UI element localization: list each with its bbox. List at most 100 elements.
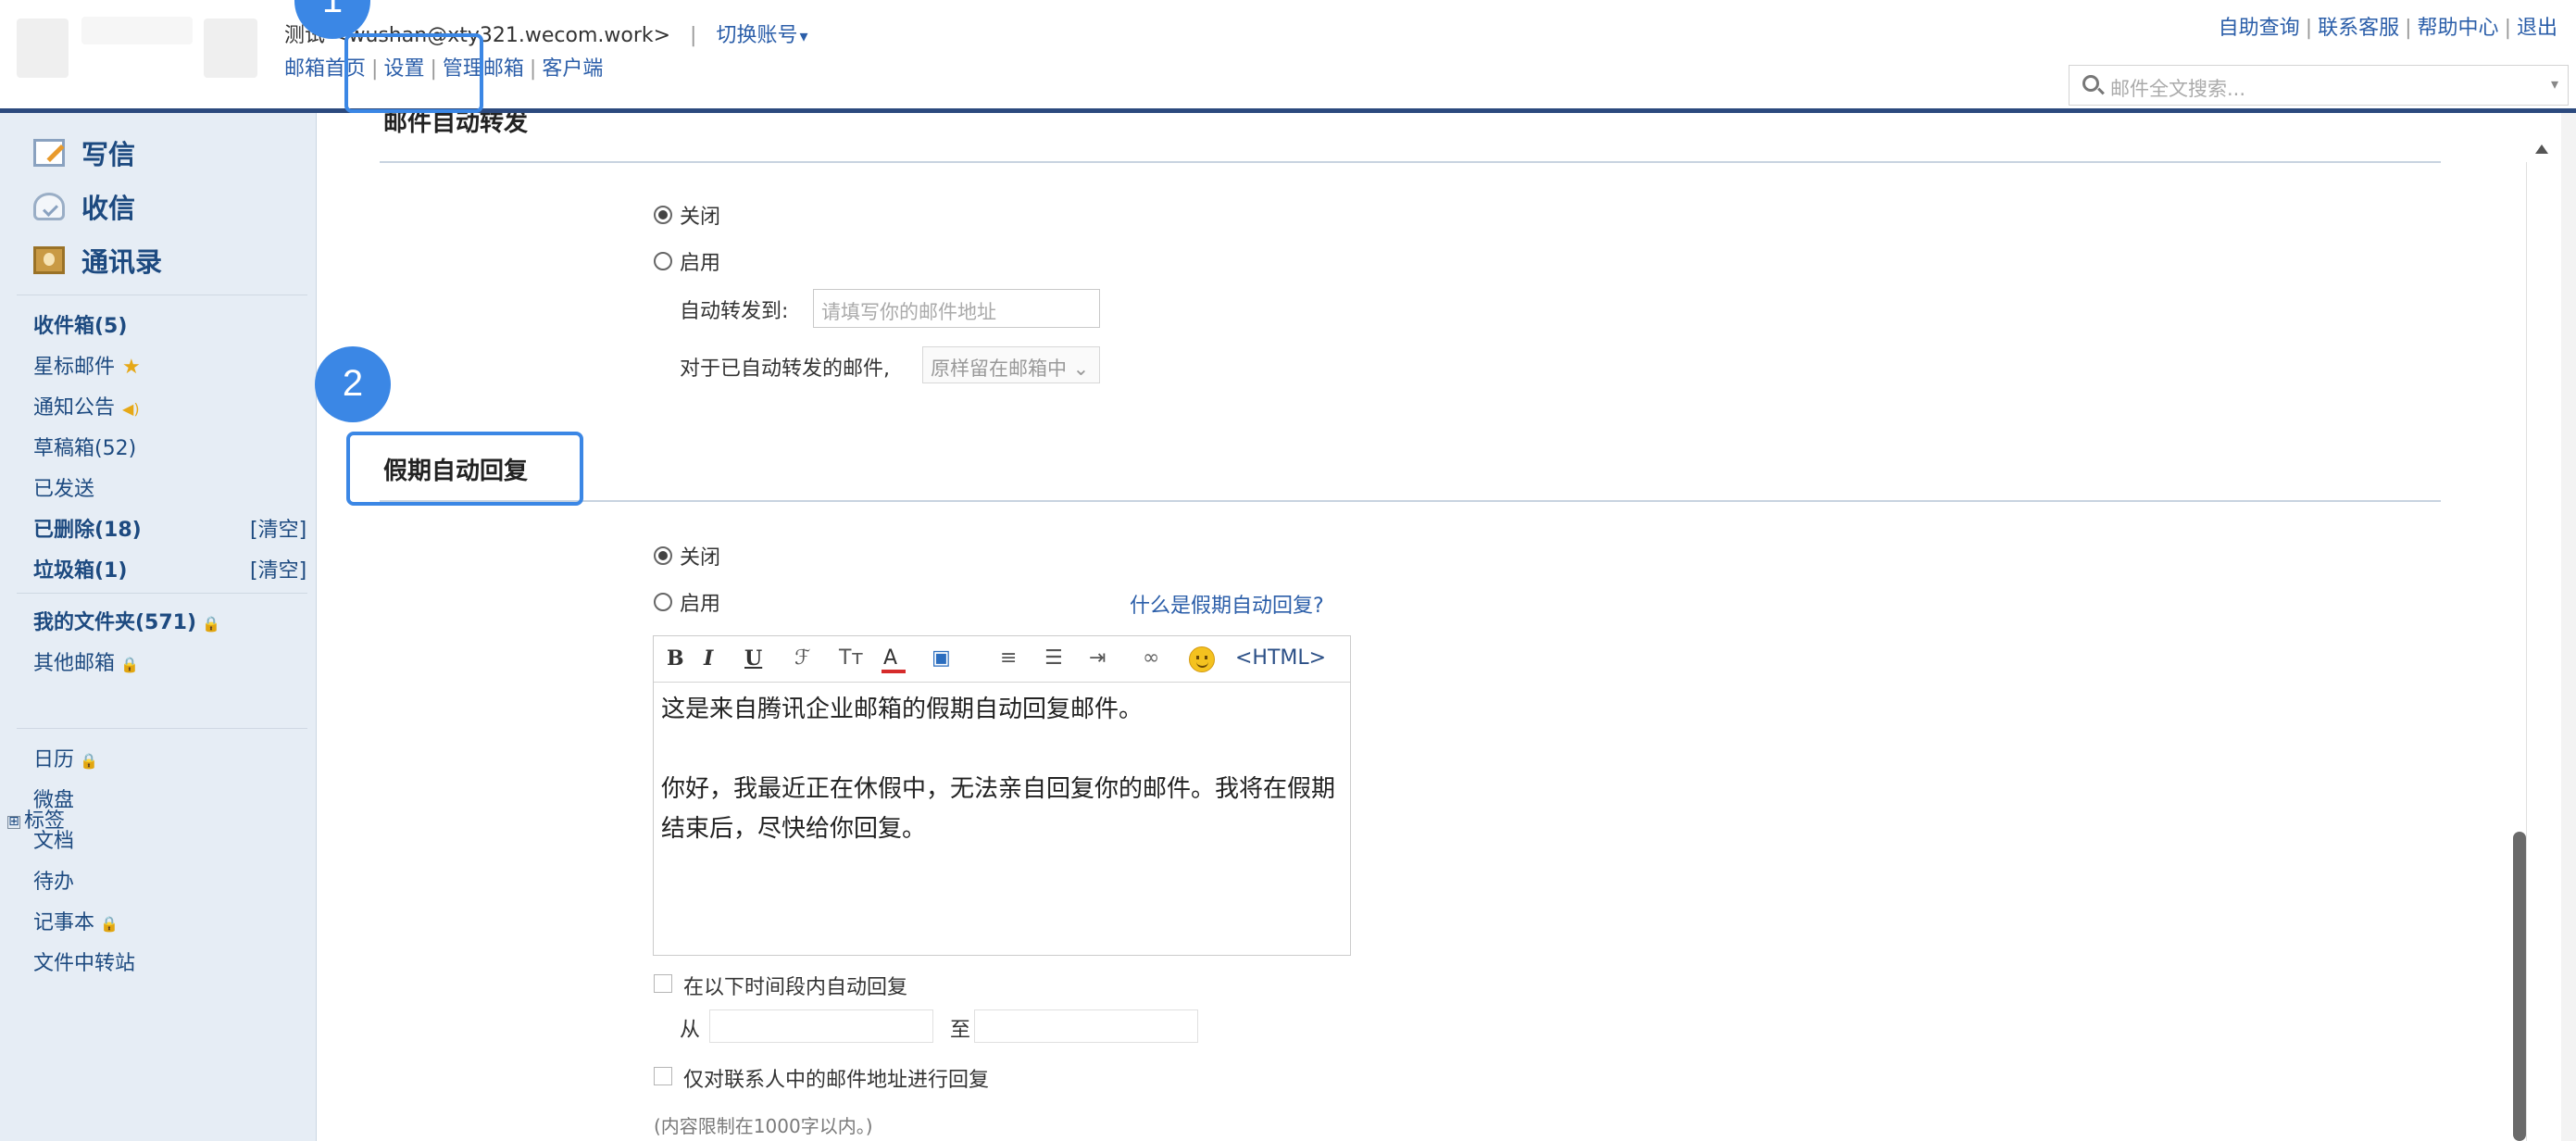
list-icon[interactable]: ☰ bbox=[1044, 646, 1063, 671]
background-color-icon[interactable]: ▣ bbox=[932, 646, 951, 671]
contacts-label: 通讯录 bbox=[81, 246, 163, 278]
self-service-link[interactable]: 自助查询 bbox=[2219, 17, 2300, 40]
time-range-checkbox[interactable] bbox=[654, 974, 672, 993]
font-color-icon[interactable]: A bbox=[882, 646, 906, 673]
chevron-down-icon: ⌄ bbox=[1067, 357, 1090, 380]
settings-highlight-frame bbox=[344, 33, 483, 113]
tool-todo[interactable]: 待办 bbox=[33, 865, 74, 895]
tool-docs-label: 文档 bbox=[33, 830, 75, 853]
write-mail-button[interactable]: 写信 bbox=[33, 133, 135, 172]
content-limit-note: (内容限制在1000字以内。) bbox=[654, 1115, 873, 1137]
radio-unselected[interactable] bbox=[654, 593, 672, 611]
folder-sent-label: 已发送 bbox=[33, 478, 95, 501]
window-edge bbox=[2561, 113, 2576, 1141]
color-indicator bbox=[882, 670, 906, 673]
html-mode-button[interactable]: <HTML> bbox=[1235, 646, 1326, 671]
star-icon: ★ bbox=[122, 356, 141, 379]
tool-file-transfer[interactable]: 文件中转站 bbox=[33, 947, 135, 976]
vacation-off-option[interactable]: 关闭 bbox=[654, 541, 720, 570]
folder-sent[interactable]: 已发送 bbox=[33, 472, 94, 502]
lock-icon: 🔒 bbox=[202, 615, 220, 633]
separator: | bbox=[2405, 17, 2412, 40]
forward-on-option[interactable]: 启用 bbox=[654, 246, 720, 276]
sidebar-divider bbox=[17, 593, 307, 594]
underline-button[interactable]: U bbox=[744, 646, 762, 671]
editor-content[interactable]: 这是来自腾讯企业邮箱的假期自动回复邮件。 你好，我最近正在休假中，无法亲自回复你… bbox=[661, 690, 1344, 849]
other-mailbox-label: 其他邮箱 bbox=[33, 652, 116, 675]
folder-deleted-label: 已删除(18) bbox=[33, 519, 142, 542]
what-is-vacation-reply-link[interactable]: 什么是假期自动回复? bbox=[1130, 589, 1324, 619]
clear-spam-link[interactable]: [清空] bbox=[250, 554, 306, 583]
folder-drafts[interactable]: 草稿箱(52) bbox=[33, 432, 136, 461]
forwarded-mail-label: 对于已自动转发的邮件, bbox=[680, 357, 890, 381]
folder-starred[interactable]: 星标邮件 ★ bbox=[33, 350, 141, 380]
align-icon[interactable]: ≡ bbox=[1000, 646, 1017, 671]
scrollbar-thumb[interactable] bbox=[2513, 832, 2526, 1141]
contacts-only-label: 仅对联系人中的邮件地址进行回复 bbox=[683, 1069, 990, 1092]
tool-drive[interactable]: 微盘 bbox=[33, 784, 74, 813]
tool-calendar-label: 日历 bbox=[33, 748, 75, 771]
search-placeholder: 邮件全文搜索... bbox=[2110, 78, 2246, 100]
company-name-blurred bbox=[81, 17, 193, 44]
radio-selected[interactable] bbox=[654, 546, 672, 565]
folder-inbox[interactable]: 收件箱(5) bbox=[33, 309, 127, 339]
forward-on-label: 启用 bbox=[680, 252, 721, 275]
rich-text-editor[interactable]: B I U ℱ Tт A ▣ ≡ ☰ ⇥ ∞ <HTML> 这是来自腾讯企业邮箱… bbox=[653, 635, 1351, 956]
radio-unselected[interactable] bbox=[654, 252, 672, 270]
italic-button[interactable]: I bbox=[704, 646, 713, 671]
editor-toolbar: B I U ℱ Tт A ▣ ≡ ☰ ⇥ ∞ <HTML> bbox=[654, 636, 1350, 683]
tool-todo-label: 待办 bbox=[33, 871, 75, 894]
vacation-on-label: 启用 bbox=[680, 593, 721, 616]
vacation-on-option[interactable]: 启用 bbox=[654, 587, 720, 617]
link-icon[interactable]: ∞ bbox=[1143, 646, 1159, 671]
mail-search-input[interactable]: 邮件全文搜索... ▾ bbox=[2069, 65, 2569, 106]
company-logo bbox=[17, 19, 69, 78]
bold-button[interactable]: B bbox=[667, 646, 684, 671]
my-folders[interactable]: 我的文件夹(571) 🔒 bbox=[33, 606, 220, 635]
scroll-up-icon[interactable] bbox=[2535, 144, 2548, 154]
settings-panel: 邮件自动转发 关闭 启用 自动转发到: 请填写你的邮件地址 对于已自动转发的邮件… bbox=[331, 113, 2489, 1141]
forward-address-input[interactable]: 请填写你的邮件地址 bbox=[813, 289, 1100, 328]
forwarded-mail-select[interactable]: 原样留在邮箱中 ⌄ bbox=[922, 346, 1100, 383]
receive-mail-label: 收信 bbox=[81, 193, 136, 224]
folder-spam-label: 垃圾箱(1) bbox=[33, 559, 128, 583]
nav-client[interactable]: 客户端 bbox=[542, 57, 603, 81]
tool-docs[interactable]: 文档 bbox=[33, 824, 74, 854]
folder-deleted[interactable]: 已删除(18) bbox=[33, 513, 142, 543]
help-links: 自助查询 | 联系客服 | 帮助中心 | 退出 bbox=[2219, 11, 2557, 41]
help-center-link[interactable]: 帮助中心 bbox=[2418, 17, 2499, 40]
clear-format-icon[interactable]: ℱ bbox=[794, 646, 810, 671]
section-divider bbox=[380, 161, 2441, 163]
tool-calendar[interactable]: 日历 🔒 bbox=[33, 743, 98, 772]
radio-selected[interactable] bbox=[654, 206, 672, 224]
forward-off-option[interactable]: 关闭 bbox=[654, 200, 720, 230]
contacts-button[interactable]: 通讯录 bbox=[33, 241, 162, 280]
start-time-input[interactable] bbox=[709, 1009, 933, 1043]
speaker-icon: ◀) bbox=[122, 400, 140, 418]
font-size-icon[interactable]: Tт bbox=[839, 646, 863, 671]
folder-spam[interactable]: 垃圾箱(1) bbox=[33, 554, 127, 583]
inbox-icon bbox=[33, 193, 65, 220]
contact-support-link[interactable]: 联系客服 bbox=[2318, 17, 2399, 40]
emoji-icon[interactable] bbox=[1189, 646, 1215, 672]
chevron-down-icon[interactable]: ▾ bbox=[2551, 75, 2558, 93]
section-divider bbox=[380, 500, 2441, 502]
receive-mail-button[interactable]: 收信 bbox=[33, 187, 135, 226]
forward-off-label: 关闭 bbox=[680, 206, 721, 229]
clear-deleted-link[interactable]: [清空] bbox=[250, 513, 306, 543]
logout-link[interactable]: 退出 bbox=[2517, 17, 2557, 40]
indent-icon[interactable]: ⇥ bbox=[1089, 646, 1106, 671]
folder-announcements[interactable]: 通知公告 ◀) bbox=[33, 391, 140, 420]
vacation-off-label: 关闭 bbox=[680, 546, 721, 570]
other-mailbox[interactable]: 其他邮箱 🔒 bbox=[33, 646, 139, 676]
end-time-input[interactable] bbox=[974, 1009, 1198, 1043]
tool-file-transfer-label: 文件中转站 bbox=[33, 952, 136, 975]
switch-account-link[interactable]: 切换账号 bbox=[716, 24, 807, 47]
separator: | bbox=[2504, 17, 2511, 40]
contacts-only-checkbox[interactable] bbox=[654, 1067, 672, 1085]
user-avatar bbox=[204, 19, 257, 78]
separator: | bbox=[2305, 17, 2313, 40]
tool-notebook-label: 记事本 bbox=[33, 911, 95, 934]
tool-notebook[interactable]: 记事本 🔒 bbox=[33, 906, 119, 935]
